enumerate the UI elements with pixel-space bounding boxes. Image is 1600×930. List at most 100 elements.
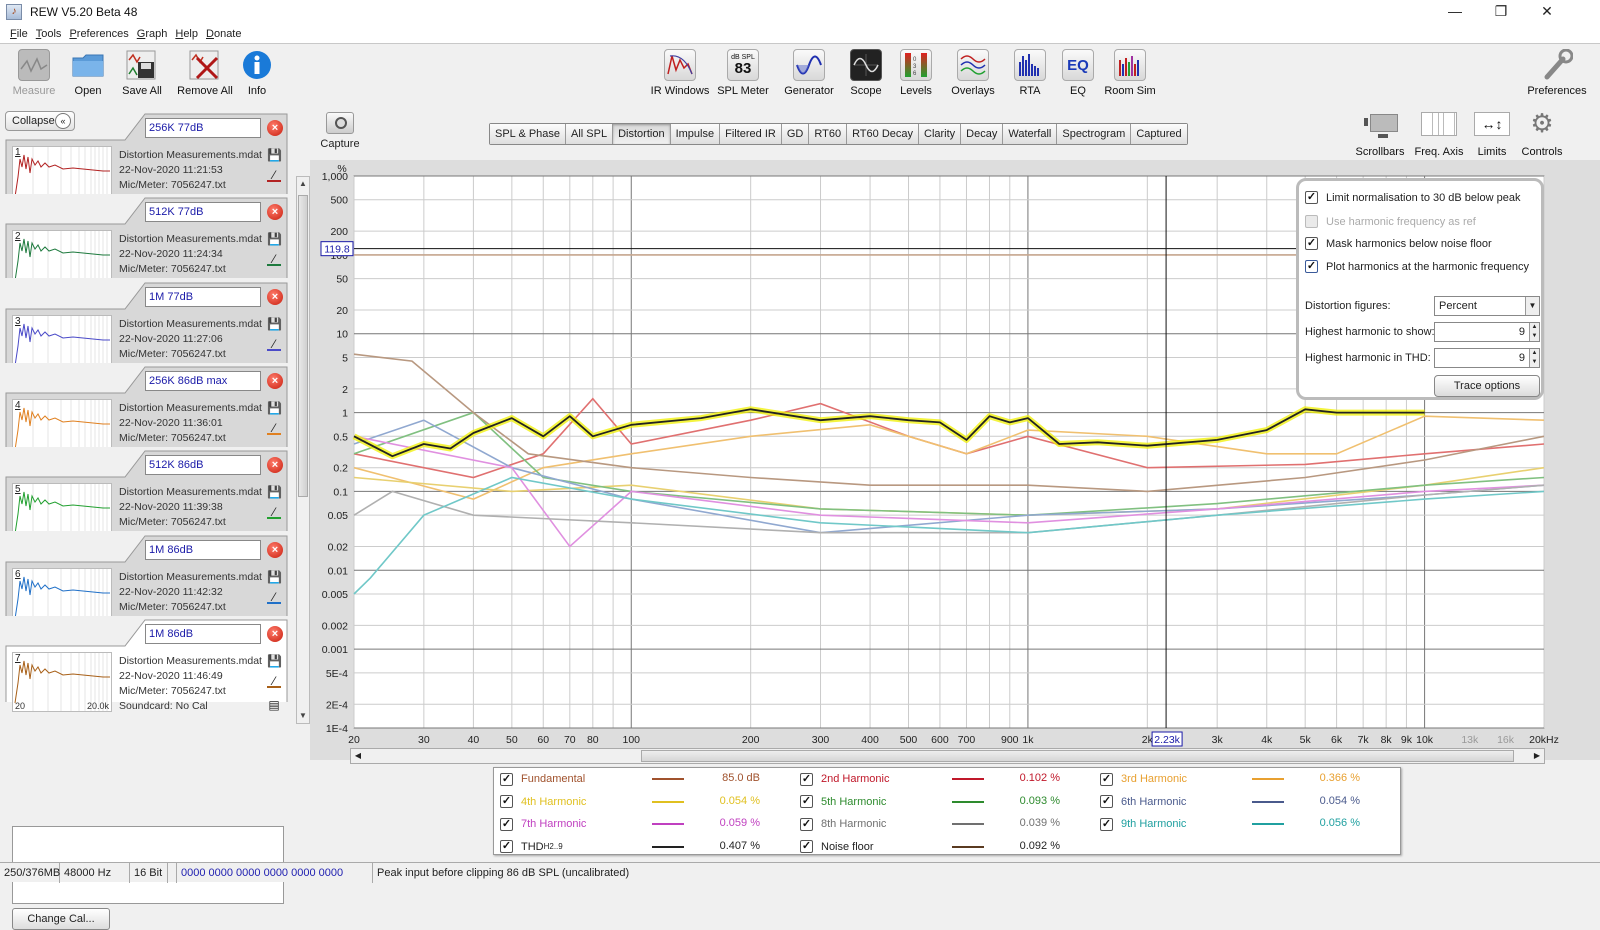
measurement-name-input[interactable]: 1M 86dB [145,539,261,560]
menu-donate[interactable]: Donate [206,28,241,40]
scroll-up-icon[interactable]: ▲ [297,177,309,191]
measurement-name-input[interactable]: 1M 77dB [145,286,261,307]
checkbox[interactable]: ✓ [1305,237,1318,250]
measurement-item[interactable]: 512K 77dB×22020.0kDistortion Measurement… [5,194,295,279]
legend-item[interactable]: ✓ 6th Harmonic [1100,793,1186,811]
legend-item[interactable]: ✓ 2nd Harmonic [800,770,889,788]
trace-color-pen-icon[interactable]: ⁄ [267,421,281,435]
measurement-name-input[interactable]: 512K 86dB [145,455,261,476]
highest-thd-spinner[interactable]: 9 ▲ ▼ [1434,348,1540,368]
tab-distortion[interactable]: Distortion [613,124,671,144]
trace-color-pen-icon[interactable]: ⁄ [267,337,281,351]
tab-impulse[interactable]: Impulse [670,124,721,144]
measurement-thumbnail[interactable]: 52020.0k [12,483,112,532]
measurement-name-input[interactable]: 256K 86dB max [145,370,261,391]
save-measurement-icon[interactable]: 💾 [267,401,282,415]
measurement-item[interactable]: 1M 77dB×32020.0kDistortion Measurements.… [5,279,295,363]
trace-color-pen-icon[interactable]: ⁄ [267,505,281,520]
distortion-figures-select[interactable]: Percent ▼ [1434,296,1540,316]
highest-show-spinner[interactable]: 9 ▲ ▼ [1434,322,1540,342]
menu-preferences[interactable]: Preferences [69,28,128,40]
checkbox[interactable]: ✓ [1305,260,1318,273]
measurement-thumbnail[interactable]: 42020.0k [12,398,112,447]
controls-button[interactable]: ⚙ Controls [1518,110,1566,158]
capture-button[interactable]: Capture [320,112,360,150]
legend-checkbox[interactable]: ✓ [1100,817,1113,831]
measurement-item[interactable]: 1M 86dB × 7 20 20.0k Distortion Measurements.… [5,616,295,736]
legend-checkbox[interactable]: ✓ [1100,772,1113,786]
measurements-scrollbar[interactable]: ▲ ▼ [296,176,310,724]
tab-rt60-decay[interactable]: RT60 Decay [847,124,919,144]
legend-checkbox[interactable]: ✓ [500,772,513,786]
measurement-thumbnail[interactable]: 7 20 20.0k [12,651,112,712]
measure-button[interactable]: Measure [12,49,56,97]
measurement-name-input[interactable]: 1M 86dB [145,623,261,644]
trace-color-pen-icon[interactable]: ⁄ [267,674,281,688]
scroll-down-icon[interactable]: ▼ [297,709,309,723]
measurement-item[interactable]: 512K 86dB×52020.0kDistortion Measurement… [5,447,295,532]
delete-measurement-icon[interactable]: × [267,625,283,642]
measurement-name-input[interactable]: 512K 77dB [145,202,261,223]
spinner-arrows-icon[interactable]: ▲ ▼ [1529,349,1539,367]
trace-options-button[interactable]: Trace options [1434,375,1540,397]
legend-checkbox[interactable]: ✓ [1100,795,1113,808]
ir-windows-button[interactable]: IR Windows [650,49,710,97]
change-cal-button[interactable]: Change Cal... [12,908,110,930]
delete-measurement-icon[interactable]: × [267,541,283,558]
trace-color-pen-icon[interactable]: ⁄ [267,252,281,267]
legend-item[interactable]: ✓ 9th Harmonic [1100,815,1186,833]
remove-all-button[interactable]: Remove All [176,49,234,97]
scrollbar-thumb[interactable] [641,750,1514,762]
restore-button[interactable]: ❐ [1478,0,1524,24]
eq-button[interactable]: EQ EQ [1060,49,1096,97]
tab-all-spl[interactable]: All SPL [566,124,614,144]
legend-item[interactable]: ✓ Noise floor [800,838,874,856]
tab-spl-phase[interactable]: SPL & Phase [490,124,567,144]
measurement-thumbnail[interactable]: 12020.0k [12,146,112,194]
tab-clarity[interactable]: Clarity [919,124,962,144]
legend-item[interactable]: ✓ Fundamental [500,770,585,788]
legend-item[interactable]: ✓ 4th Harmonic [500,793,586,811]
close-button[interactable]: ✕ [1524,0,1570,24]
legend-checkbox[interactable]: ✓ [800,817,813,831]
delete-measurement-icon[interactable]: × [267,288,283,305]
measurement-item[interactable]: 256K 86dB max×42020.0kDistortion Measure… [5,363,295,447]
menu-file[interactable]: File [10,28,28,40]
generator-button[interactable]: Generator [782,49,836,97]
delete-measurement-icon[interactable]: × [267,372,283,389]
notes-document-icon[interactable]: ▤ [267,698,281,712]
trace-color-pen-icon[interactable]: ⁄ [267,590,281,604]
scroll-left-icon[interactable]: ◀ [351,749,365,763]
rta-button[interactable]: RTA [1010,49,1050,97]
save-measurement-icon[interactable]: 💾 [267,485,282,499]
legend-item[interactable]: ✓ 5th Harmonic [800,793,886,811]
tab-spectrogram[interactable]: Spectrogram [1057,124,1132,144]
freq-axis-button[interactable]: Freq. Axis [1412,110,1466,158]
legend-item[interactable]: ✓ 8th Harmonic [800,815,886,833]
save-measurement-icon[interactable]: 💾 [267,317,282,331]
tab-rt60[interactable]: RT60 [809,124,848,144]
tab-filtered-ir[interactable]: Filtered IR [720,124,782,144]
plot-harmonics-checkbox[interactable]: ✓ Plot harmonics at the harmonic frequen… [1305,260,1529,273]
menu-tools[interactable]: Tools [36,28,62,40]
legend-checkbox[interactable]: ✓ [800,795,813,808]
minimize-button[interactable]: — [1432,0,1478,24]
spl-meter-button[interactable]: dB SPL 83 SPL Meter [716,49,770,97]
spinner-arrows-icon[interactable]: ▲ ▼ [1529,323,1539,341]
room-sim-button[interactable]: Room Sim [1104,49,1156,97]
use-harmonic-frequency-checkbox[interactable]: Use harmonic frequency as ref [1305,215,1476,228]
save-measurement-icon[interactable]: 💾 [267,654,282,668]
mask-harmonics-checkbox[interactable]: ✓ Mask harmonics below noise floor [1305,237,1492,250]
tab-captured[interactable]: Captured [1131,124,1187,144]
save-measurement-icon[interactable]: 💾 [267,148,282,162]
overlays-button[interactable]: Overlays [948,49,998,97]
menu-graph[interactable]: Graph [137,28,168,40]
measurement-item[interactable]: 256K 77dB×12020.0kDistortion Measurement… [5,110,295,194]
scrollbars-button[interactable]: Scrollbars [1352,110,1408,158]
legend-checkbox[interactable]: ✓ [500,817,513,831]
save-measurement-icon[interactable]: 💾 [267,232,282,246]
preferences-button[interactable]: Preferences [1524,49,1590,97]
frequency-scrollbar[interactable]: ◀ ▶ [350,748,1545,764]
measurement-thumbnail[interactable]: 32020.0k [12,314,112,363]
tab-decay[interactable]: Decay [961,124,1004,144]
